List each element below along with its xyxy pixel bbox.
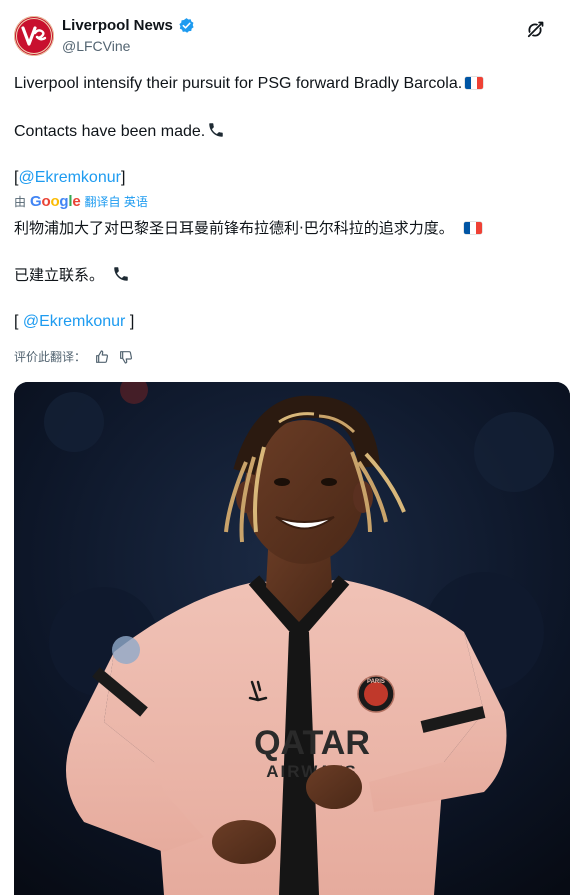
phone-icon [112, 265, 130, 283]
mention-link[interactable]: @Ekremkonur [23, 313, 126, 330]
phone-icon [207, 121, 225, 139]
verified-badge-icon [179, 18, 194, 33]
google-logo: Google [30, 193, 81, 210]
translated-from-english-link[interactable]: 翻译自 英语 [85, 193, 148, 210]
bracket-close: ] [120, 169, 126, 186]
translated-text-line-3: [ @Ekremkonur ] [14, 312, 134, 332]
rate-translation-row: 评价此翻译： [14, 348, 134, 365]
author-handle[interactable]: @LFCVine [62, 38, 130, 54]
translated-text-line-2: 已建立联系。 [14, 265, 130, 285]
tweet-text-pursuit: Liverpool intensify their pursuit for PS… [14, 75, 463, 92]
tweet-text-line-2: Contacts have been made. [14, 121, 225, 142]
translation-attribution: 由 Google 翻译自 英语 [14, 193, 148, 210]
tweet-text-line-3: [@Ekremkonur] [14, 168, 125, 188]
france-flag-icon [465, 77, 484, 89]
thumbs-down-icon[interactable] [118, 349, 134, 365]
rate-translation-label: 评价此翻译： [14, 350, 87, 364]
mention-link[interactable]: @Ekremkonur [18, 169, 121, 186]
crest-text: PARIS [367, 679, 385, 685]
player-photo: PARIS QATAR AIRWAYS [14, 382, 570, 895]
author-display-name[interactable]: Liverpool News [62, 17, 173, 34]
tweet-text-contacts: Contacts have been made. [14, 123, 206, 140]
bracket-close: ] [125, 313, 135, 330]
vine-logo-icon [15, 17, 53, 55]
avatar[interactable] [14, 16, 54, 56]
translated-text-pursuit: 利物浦加大了对巴黎圣日耳曼前锋布拉德利·巴尔科拉的追求力度。 [14, 219, 454, 237]
translated-text-contacts: 已建立联系。 [14, 266, 105, 284]
translation-prefix: 由 [14, 195, 27, 209]
tweet-media-photo[interactable]: PARIS QATAR AIRWAYS [14, 382, 570, 895]
tweet-text-line-1: Liverpool intensify their pursuit for PS… [14, 74, 484, 94]
jersey-sponsor-line1: QATAR [254, 724, 370, 762]
grok-icon[interactable] [524, 19, 546, 41]
bracket-open: [ [14, 313, 23, 330]
france-flag-icon [463, 222, 482, 234]
translated-text-line-1: 利物浦加大了对巴黎圣日耳曼前锋布拉德利·巴尔科拉的追求力度。 [14, 218, 482, 238]
thumbs-up-icon[interactable] [94, 349, 110, 365]
tweet: Liverpool News @LFCVine Liverpool intens… [0, 0, 581, 895]
author-name-row[interactable]: Liverpool News [62, 17, 195, 34]
